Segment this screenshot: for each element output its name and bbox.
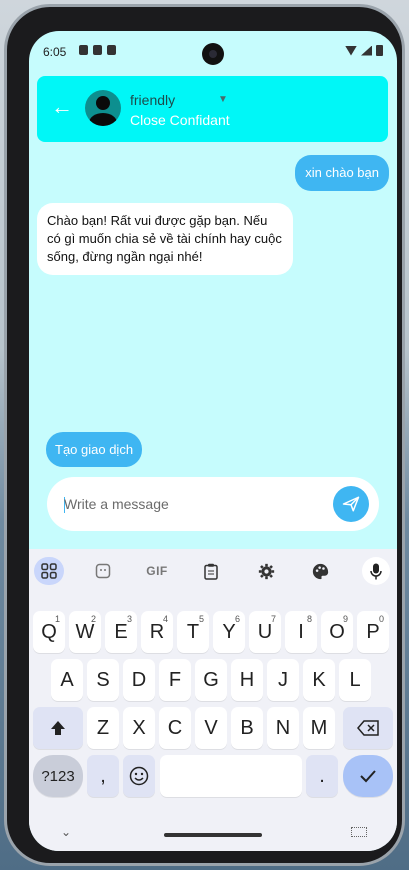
contact-name[interactable]: friendly	[130, 92, 175, 108]
key-m[interactable]: M	[303, 707, 335, 749]
clipboard-icon[interactable]	[197, 557, 225, 585]
shift-key[interactable]	[33, 707, 83, 749]
key-h[interactable]: H	[231, 659, 263, 701]
key-hint: 7	[270, 614, 276, 624]
key-hint: 9	[342, 614, 348, 624]
key-i[interactable]: I8	[285, 611, 317, 653]
enter-key[interactable]	[343, 755, 393, 797]
emoji-key[interactable]	[123, 755, 155, 797]
key-hint: 3	[126, 614, 132, 624]
space-key[interactable]	[160, 755, 302, 797]
key-a[interactable]: A	[51, 659, 83, 701]
key-d[interactable]: D	[123, 659, 155, 701]
checkmark-icon	[360, 770, 376, 783]
symbols-key[interactable]: ?123	[33, 755, 83, 797]
key-g[interactable]: G	[195, 659, 227, 701]
relationship-label: Close Confidant	[130, 112, 230, 128]
sd-card-icon	[107, 45, 116, 55]
key-v[interactable]: V	[195, 707, 227, 749]
key-u[interactable]: U7	[249, 611, 281, 653]
key-l[interactable]: L	[339, 659, 371, 701]
shift-icon	[51, 721, 65, 735]
on-screen-keyboard: GIF Q1W2E3R4T5Y6U7I8O9P0 ASDFGHJKL Z X C…	[29, 549, 397, 851]
key-hint: 0	[378, 614, 384, 624]
arrow-left-icon[interactable]: ←	[51, 96, 73, 118]
key-c[interactable]: C	[159, 707, 191, 749]
chevron-down-icon[interactable]: ▼	[218, 94, 228, 105]
chat-header: ← friendly ▼ Close Confidant	[37, 76, 388, 142]
screen: 6:05 ← friendly ▼ Close Confidant xin ch…	[29, 31, 397, 851]
status-icons	[345, 45, 383, 56]
key-j[interactable]: J	[267, 659, 299, 701]
key-hint: 8	[306, 614, 312, 624]
key-o[interactable]: O9	[321, 611, 353, 653]
key-z[interactable]: Z	[87, 707, 119, 749]
wifi-icon	[345, 45, 357, 56]
incoming-message: Chào bạn! Rất vui được gặp bạn. Nếu có g…	[37, 203, 293, 275]
device-frame: 6:05 ← friendly ▼ Close Confidant xin ch…	[4, 4, 405, 866]
keyboard-toolbar: GIF	[29, 553, 397, 587]
navigation-bar: ⌄	[29, 821, 397, 851]
key-n[interactable]: N	[267, 707, 299, 749]
mic-icon[interactable]	[362, 557, 390, 585]
message-composer	[47, 477, 379, 531]
key-hint: 2	[90, 614, 96, 624]
apps-grid-icon[interactable]	[34, 557, 64, 585]
palette-icon[interactable]	[306, 557, 334, 585]
home-handle[interactable]	[164, 833, 262, 837]
period-key[interactable]: .	[306, 755, 338, 797]
create-transaction-button[interactable]: Tạo giao dịch	[46, 432, 143, 467]
send-button[interactable]	[333, 486, 369, 522]
key-t[interactable]: T5	[177, 611, 209, 653]
key-b[interactable]: B	[231, 707, 263, 749]
key-k[interactable]: K	[303, 659, 335, 701]
key-hint: 5	[198, 614, 204, 624]
key-hint: 1	[54, 614, 60, 624]
sticker-icon[interactable]	[89, 557, 117, 585]
backspace-key[interactable]	[343, 707, 393, 749]
key-e[interactable]: E3	[105, 611, 137, 653]
key-y[interactable]: Y6	[213, 611, 245, 653]
front-camera	[202, 43, 224, 65]
settings-icon[interactable]	[252, 557, 280, 585]
avatar[interactable]	[85, 90, 121, 126]
backspace-icon	[357, 720, 379, 736]
send-icon	[342, 496, 360, 512]
battery-icon	[376, 45, 383, 56]
message-input[interactable]	[64, 494, 324, 514]
app-notification-icon	[93, 45, 102, 55]
shield-icon	[79, 45, 88, 55]
key-f[interactable]: F	[159, 659, 191, 701]
chevron-down-icon[interactable]: ⌄	[61, 825, 71, 839]
key-q[interactable]: Q1	[33, 611, 65, 653]
key-p[interactable]: P0	[357, 611, 389, 653]
status-time: 6:05	[43, 45, 67, 59]
keyboard-switch-icon[interactable]	[351, 827, 367, 837]
gif-button[interactable]: GIF	[143, 557, 171, 585]
emoji-icon	[129, 766, 149, 786]
cell-signal-icon	[361, 45, 372, 56]
key-hint: 4	[162, 614, 168, 624]
key-w[interactable]: W2	[69, 611, 101, 653]
key-hint: 6	[234, 614, 240, 624]
key-s[interactable]: S	[87, 659, 119, 701]
status-bar: 6:05	[29, 31, 397, 71]
key-x[interactable]: X	[123, 707, 155, 749]
key-r[interactable]: R4	[141, 611, 173, 653]
comma-key[interactable]: ,	[87, 755, 119, 797]
outgoing-message: xin chào bạn	[295, 155, 389, 191]
